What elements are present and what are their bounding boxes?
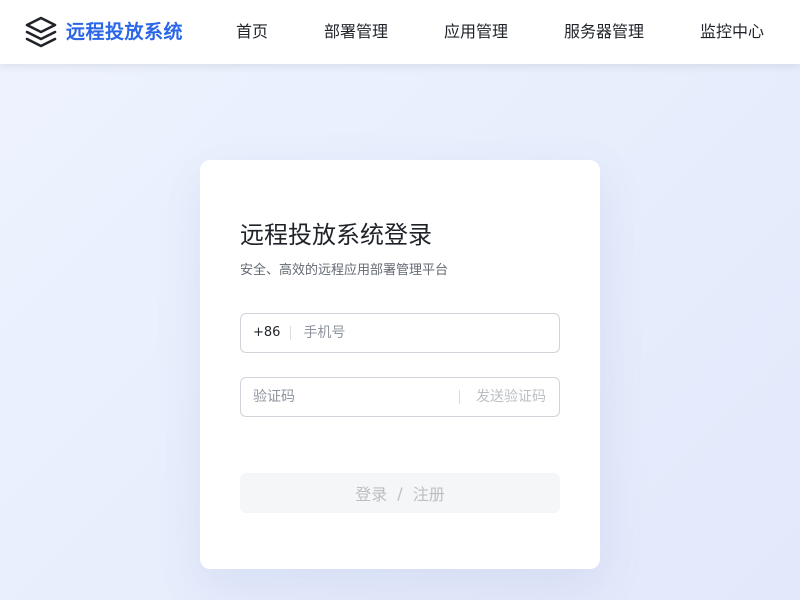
top-navbar: 远程投放系统 首页 部署管理 应用管理 服务器管理 监控中心 <box>0 0 800 64</box>
verification-code-input[interactable] <box>253 378 443 416</box>
login-subtitle: 安全、高效的远程应用部署管理平台 <box>240 263 449 278</box>
label-separator: / <box>397 483 403 503</box>
nav-item-deployment[interactable]: 部署管理 <box>324 0 388 64</box>
login-card: 远程投放系统登录 安全、高效的远程应用部署管理平台 +86 发送验证码 登录 /… <box>200 160 600 569</box>
verification-code-field: 发送验证码 <box>240 377 560 417</box>
main-nav: 首页 部署管理 应用管理 服务器管理 监控中心 <box>0 0 800 64</box>
send-code-button[interactable]: 发送验证码 <box>476 378 546 416</box>
nav-item-monitoring[interactable]: 监控中心 <box>700 0 764 64</box>
field-divider <box>459 390 460 404</box>
nav-item-applications[interactable]: 应用管理 <box>444 0 508 64</box>
register-label: 注册 <box>412 485 445 504</box>
country-code-prefix[interactable]: +86 <box>241 314 280 352</box>
nav-item-home[interactable]: 首页 <box>236 0 268 64</box>
nav-item-servers[interactable]: 服务器管理 <box>564 0 644 64</box>
phone-field: +86 <box>240 313 560 353</box>
login-title: 远程投放系统登录 <box>240 221 432 249</box>
login-label: 登录 <box>355 485 388 504</box>
login-register-button[interactable]: 登录 / 注册 <box>240 473 560 513</box>
phone-input[interactable] <box>303 314 544 352</box>
field-divider <box>290 326 292 340</box>
